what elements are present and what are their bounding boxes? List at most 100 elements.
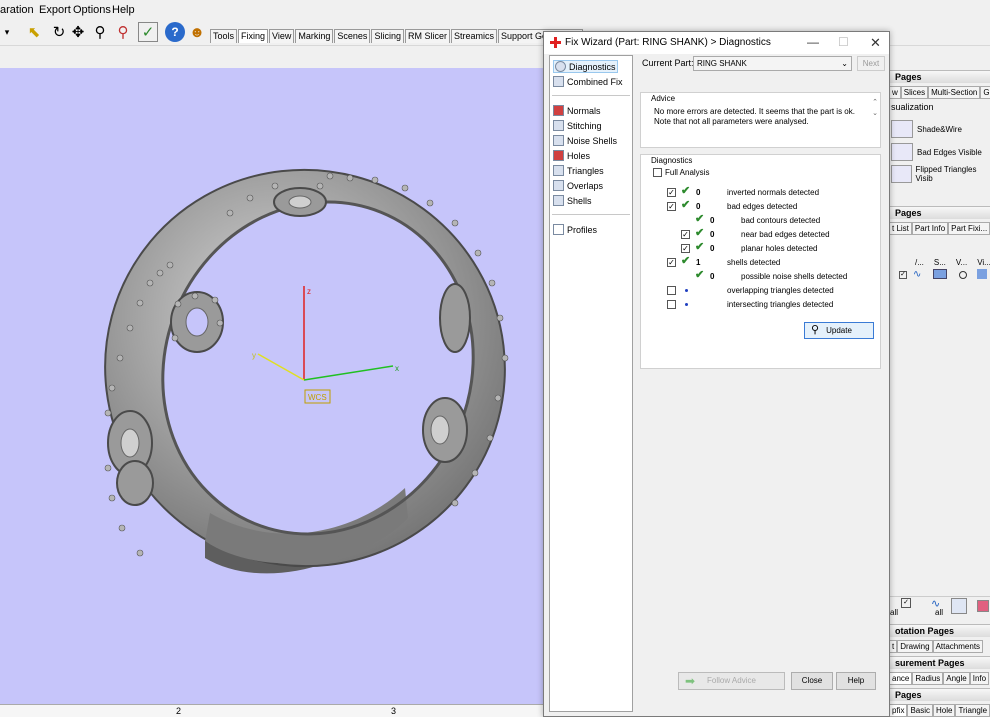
tab-slices[interactable]: Slices: [900, 86, 929, 99]
toolbar-gap: [0, 46, 548, 68]
full-analysis-checkbox[interactable]: [653, 168, 662, 177]
tab-drawing[interactable]: Drawing: [897, 640, 933, 653]
nav-shells[interactable]: Shells: [553, 195, 592, 206]
diagnostics-group: Diagnostics Full Analysis ✓ ✔ 0 inverted…: [640, 154, 881, 369]
tab-fixing[interactable]: Fixing: [238, 29, 269, 43]
nav-overlaps[interactable]: Overlaps: [553, 180, 603, 191]
tab-attachments[interactable]: Attachments: [932, 640, 984, 653]
tab-streamics[interactable]: Streamics: [450, 29, 497, 43]
tab-gr[interactable]: Gr: [980, 86, 990, 99]
advice-scrollbar[interactable]: ⌃ ⌄: [872, 97, 878, 119]
nav-label: Noise Shells: [567, 135, 618, 146]
close-icon[interactable]: ✕: [870, 35, 881, 51]
diag-row-label: near bad edges detected: [741, 230, 830, 239]
advice-group: Advice No more errors are detected. It s…: [640, 92, 881, 148]
tab-part-info[interactable]: Part Info: [911, 222, 949, 235]
tab-hole[interactable]: Hole: [933, 704, 956, 717]
check-all-icon[interactable]: ✓: [901, 598, 911, 608]
annotation-pages-header: otation Pages: [889, 624, 990, 637]
wave-icon[interactable]: ∿: [913, 269, 921, 280]
toolbar-tabs: Tools Fixing View Marking Scenes Slicing…: [210, 29, 584, 43]
triangles-icon: [553, 165, 564, 176]
zoom-part-icon[interactable]: [951, 598, 967, 614]
tab-basic[interactable]: Basic: [907, 704, 934, 717]
tab-t[interactable]: t: [889, 640, 898, 653]
tab-multi-section[interactable]: Multi-Section: [928, 86, 981, 99]
close-button[interactable]: Close: [791, 672, 833, 690]
part-checkbox[interactable]: ✓: [899, 271, 907, 279]
cursor-icon[interactable]: ⬉: [24, 22, 44, 42]
diag-row-checkbox[interactable]: ✓: [681, 244, 690, 253]
minimize-icon[interactable]: —: [807, 35, 819, 49]
maximize-icon[interactable]: ☐: [838, 35, 849, 49]
shade-icon: [891, 120, 913, 138]
tab-w[interactable]: w: [889, 86, 901, 99]
tab-angle[interactable]: Angle: [943, 672, 970, 685]
dialog-title-bar[interactable]: Fix Wizard (Part: RING SHANK) > Diagnost…: [544, 32, 889, 54]
vis-flipped-triangles[interactable]: Flipped Triangles Visib: [891, 165, 990, 183]
tab-part-fixing[interactable]: Part Fixi...: [948, 222, 990, 235]
nav-stitching[interactable]: Stitching: [553, 120, 602, 131]
vis-shade-wire[interactable]: Shade&Wire: [891, 120, 962, 138]
cube-icon[interactable]: [933, 269, 947, 279]
circle-icon[interactable]: [959, 271, 967, 279]
nav-label: Normals: [567, 105, 601, 116]
dropdown-arrow-icon[interactable]: ▾: [0, 22, 14, 42]
tab-distance[interactable]: ance: [889, 672, 913, 685]
next-button[interactable]: Next: [857, 56, 885, 71]
nav-noise-shells[interactable]: Noise Shells: [553, 135, 617, 146]
tab-tools[interactable]: Tools: [210, 29, 238, 43]
help-icon[interactable]: ?: [165, 22, 185, 42]
nav-holes[interactable]: Holes: [553, 150, 590, 161]
nav-normals[interactable]: Normals: [553, 105, 601, 116]
current-part-select[interactable]: RING SHANK ⌄: [693, 56, 852, 71]
update-button[interactable]: ⚲ Update: [804, 322, 874, 339]
menu-item-help[interactable]: Help: [112, 4, 135, 16]
nav-profiles[interactable]: Profiles: [553, 224, 597, 235]
diag-row-checkbox[interactable]: [667, 300, 676, 309]
zoom-fit-icon[interactable]: ⚲: [113, 22, 133, 42]
tab-info[interactable]: Info: [969, 672, 990, 685]
tab-rm-slicer[interactable]: RM Slicer: [404, 29, 450, 43]
cube-icon[interactable]: [977, 269, 987, 279]
tab-view[interactable]: View: [269, 29, 295, 43]
nav-combined-fix[interactable]: Combined Fix: [553, 76, 623, 87]
dialog-title: Fix Wizard (Part: RING SHANK) > Diagnost…: [565, 37, 771, 48]
diag-row-checkbox[interactable]: ✓: [667, 202, 676, 211]
tab-slicing[interactable]: Slicing: [371, 29, 404, 43]
tab-radius[interactable]: Radius: [912, 672, 944, 685]
bad-edges-icon: [891, 143, 913, 161]
diag-row-label: possible noise shells detected: [741, 272, 848, 281]
nav-triangles[interactable]: Triangles: [553, 165, 604, 176]
tab-scenes[interactable]: Scenes: [334, 29, 371, 43]
menu-item-export[interactable]: Export: [39, 4, 71, 16]
3d-viewport[interactable]: z x y WCS: [0, 68, 548, 704]
tab-part-list[interactable]: t List: [889, 222, 912, 235]
tab-marking[interactable]: Marking: [295, 29, 334, 43]
pan-icon[interactable]: ✥: [68, 22, 88, 42]
tab-triangle[interactable]: Triangle: [955, 704, 990, 717]
diag-row-checkbox[interactable]: [667, 286, 676, 295]
rotate-icon[interactable]: ↻: [49, 22, 69, 42]
diag-row-checkbox[interactable]: ✓: [667, 258, 676, 267]
menu-item-options[interactable]: Options: [73, 4, 111, 16]
follow-advice-button[interactable]: ➡ Follow Advice: [678, 672, 785, 690]
checkbox-tool-icon[interactable]: ✓: [138, 22, 158, 42]
nav-diagnostics[interactable]: Diagnostics: [553, 60, 618, 73]
arrow-right-icon: ➡: [685, 674, 696, 688]
advice-text: No more errors are detected. It seems th…: [654, 107, 855, 126]
part-icon[interactable]: [977, 600, 989, 612]
menu-item-preparation[interactable]: aration: [0, 4, 34, 16]
nav-label: Shells: [567, 195, 592, 206]
diag-row-checkbox[interactable]: ✓: [667, 188, 676, 197]
all-label: all: [935, 608, 944, 617]
nav-label: Overlaps: [567, 180, 604, 191]
help-button[interactable]: Help: [836, 672, 876, 690]
zoom-icon[interactable]: ⚲: [90, 22, 110, 42]
combined-fix-icon: [553, 76, 564, 87]
tab-autofix[interactable]: pfix: [889, 704, 908, 717]
help-cursor-icon[interactable]: ☻: [187, 22, 207, 42]
vis-bad-edges[interactable]: Bad Edges Visible: [891, 143, 982, 161]
nav-label: Stitching: [567, 120, 602, 131]
diag-row-checkbox[interactable]: ✓: [681, 230, 690, 239]
